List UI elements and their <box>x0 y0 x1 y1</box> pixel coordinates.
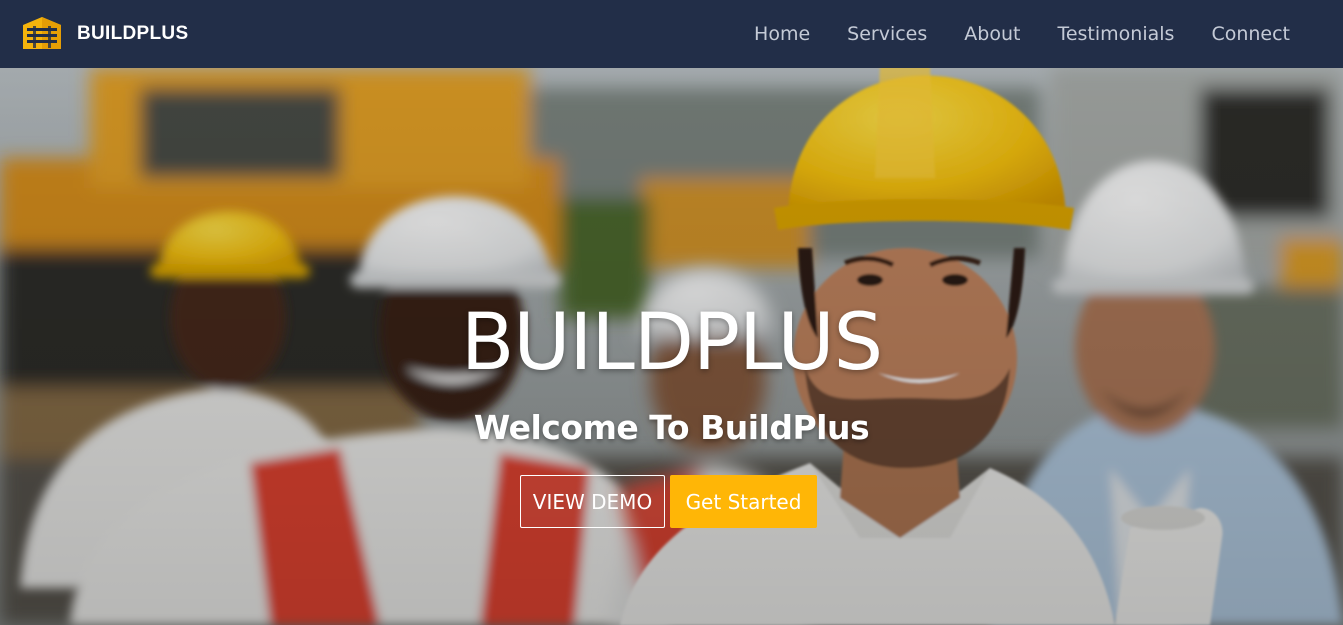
brand-name: BUILDPLUS <box>77 23 189 44</box>
main-nav: Home Services About Testimonials Connect <box>754 0 1290 68</box>
building-icon <box>23 17 61 49</box>
hero-background-image <box>0 68 1343 625</box>
brand[interactable]: BUILDPLUS <box>19 15 188 53</box>
navbar: BUILDPLUS Home Services About Testimonia… <box>0 0 1343 68</box>
view-demo-button[interactable]: VIEW DEMO <box>520 475 665 528</box>
hero-section: BUILDPLUS Welcome To BuildPlus VIEW DEMO… <box>0 68 1343 625</box>
nav-services[interactable]: Services <box>847 23 927 45</box>
nav-about[interactable]: About <box>964 23 1020 45</box>
nav-testimonials[interactable]: Testimonials <box>1057 23 1174 45</box>
nav-home[interactable]: Home <box>754 23 810 45</box>
hero-buttons: VIEW DEMO Get Started <box>520 475 817 528</box>
get-started-button[interactable]: Get Started <box>670 475 817 528</box>
nav-connect[interactable]: Connect <box>1211 23 1290 45</box>
